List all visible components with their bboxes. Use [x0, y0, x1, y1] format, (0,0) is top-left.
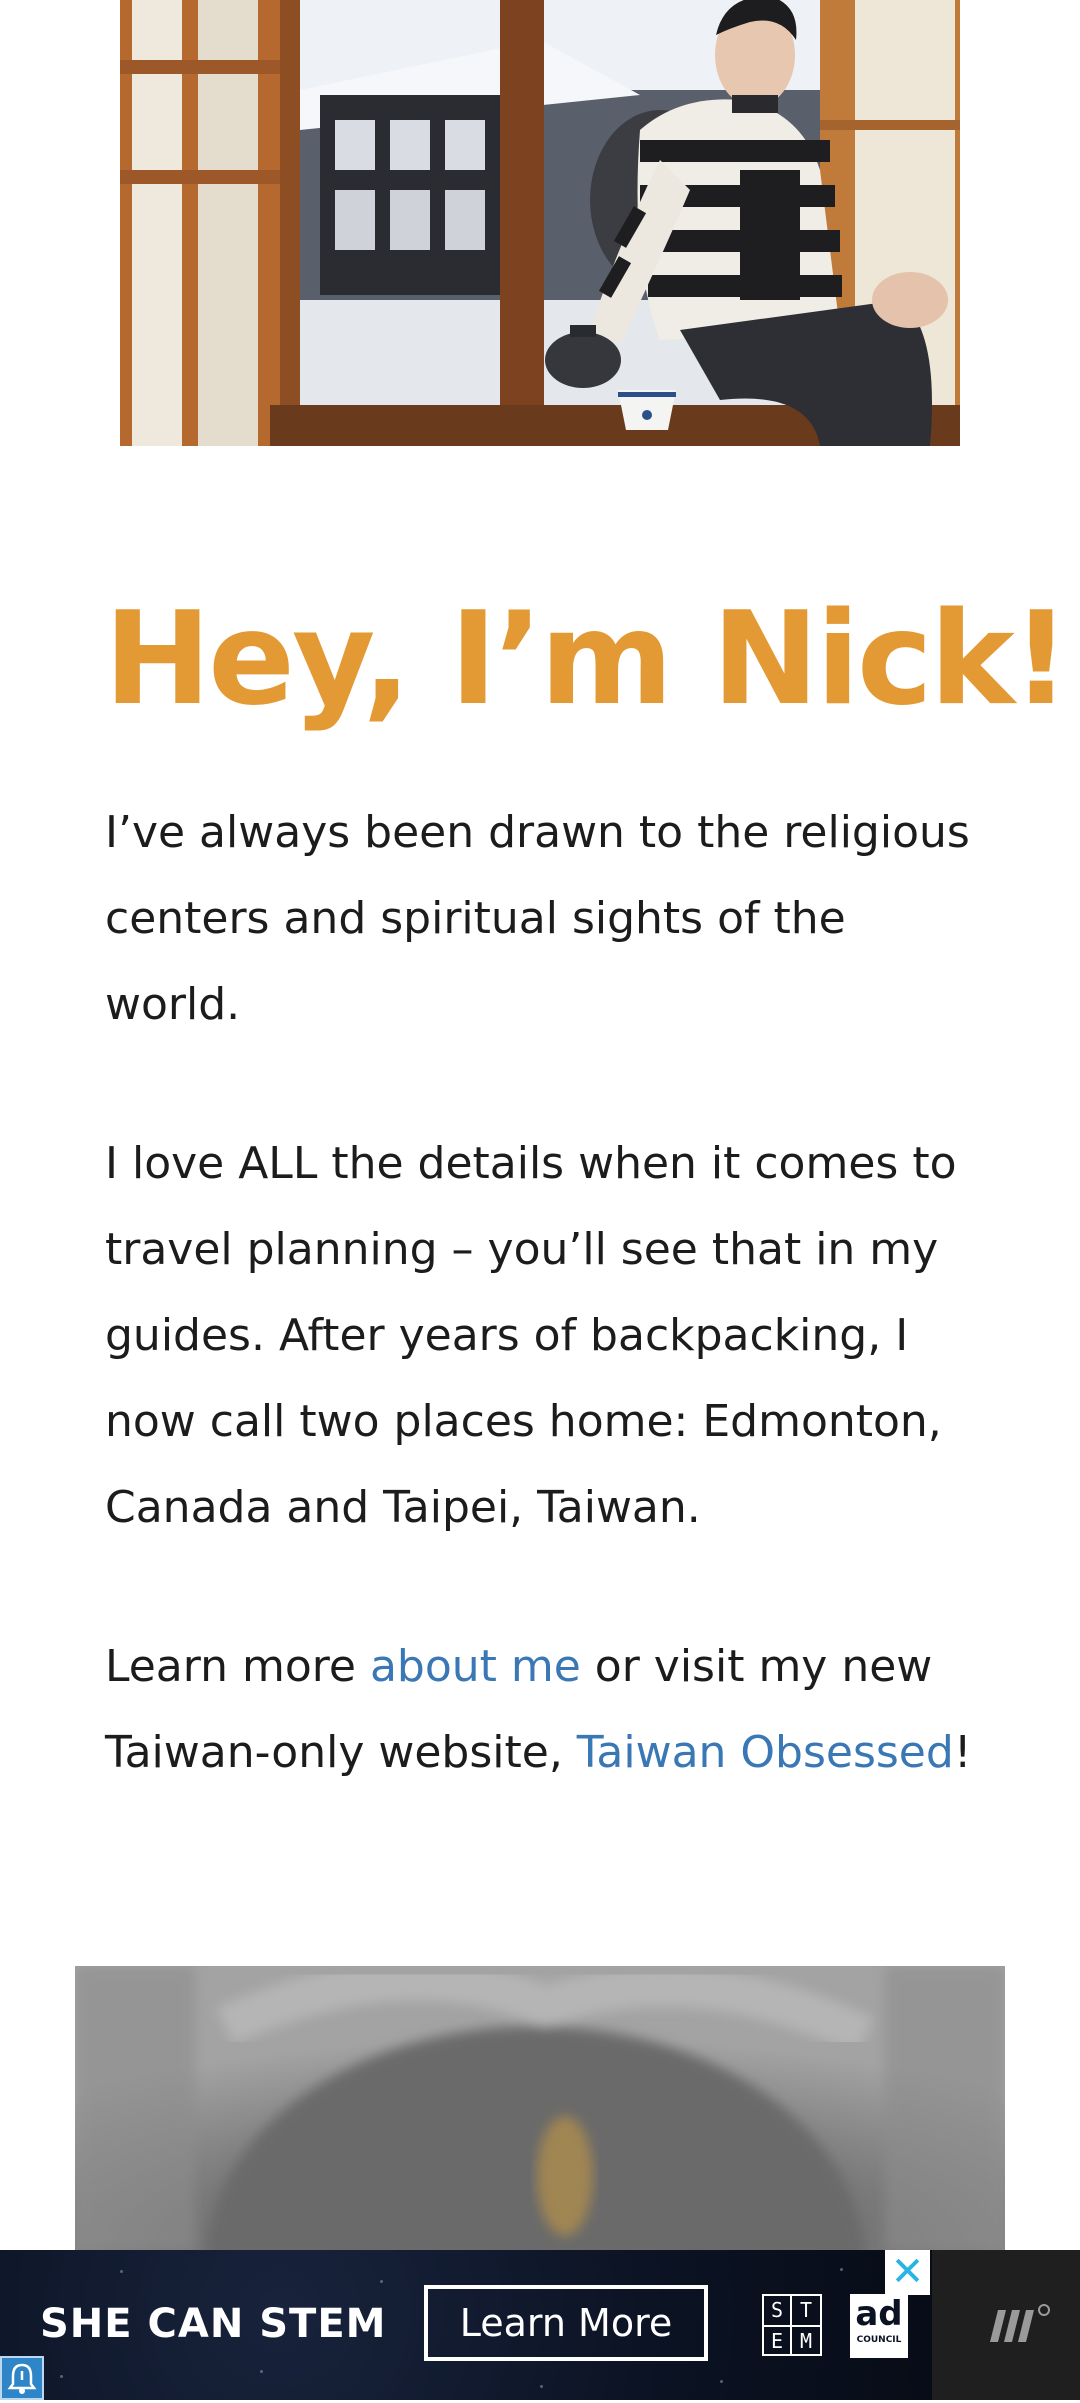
ad-banner[interactable]: SHE CAN STEM Learn More S T E M ad COUNC…	[0, 2250, 1080, 2400]
stone-photo	[75, 1966, 1005, 2251]
bio-text: Learn more	[105, 1641, 370, 1692]
adcouncil-sub: COUNCIL	[856, 2335, 902, 2345]
ad-star	[60, 2375, 63, 2378]
stem-letter: S	[764, 2296, 792, 2327]
bio-links-paragraph: Learn more about me or visit my new Taiw…	[105, 1624, 985, 1796]
ad-info-button[interactable]	[0, 2356, 44, 2400]
ad-star	[840, 2268, 843, 2271]
stem-logo: S T E M	[762, 2294, 822, 2356]
about-me-link[interactable]: about me	[370, 1641, 581, 1692]
taiwan-obsessed-link[interactable]: Taiwan Obsessed	[577, 1727, 954, 1778]
ad-headline: SHE CAN STEM	[40, 2301, 387, 2347]
ad-star	[720, 2380, 723, 2383]
stem-letter: E	[764, 2327, 792, 2356]
stem-letter: T	[792, 2296, 820, 2327]
page-title: Hey, I’m Nick!	[104, 585, 1070, 734]
publisher-logo-icon	[990, 2304, 1050, 2342]
stem-letter: M	[799, 2329, 813, 2353]
ad-star	[120, 2270, 123, 2273]
bio-section: I’ve always been drawn to the religious …	[105, 790, 985, 1869]
ad-star	[540, 2385, 543, 2388]
hero-photo-illustration	[120, 0, 960, 446]
ad-star	[380, 2280, 383, 2283]
bell-icon	[7, 2363, 37, 2394]
bio-paragraph: I’ve always been drawn to the religious …	[105, 807, 970, 1030]
adcouncil-word: ad	[855, 2294, 903, 2334]
hero-photo	[120, 0, 960, 446]
stone-photo-illustration	[75, 1966, 1005, 2251]
ad-learn-more-button[interactable]: Learn More	[424, 2285, 708, 2361]
bio-paragraph: I love ALL the details when it comes to …	[105, 1138, 957, 1533]
close-icon[interactable]: ✕	[885, 2250, 930, 2295]
ad-creative[interactable]: SHE CAN STEM Learn More S T E M ad COUNC…	[0, 2250, 932, 2400]
bio-text: !	[953, 1727, 972, 1778]
publisher-panel[interactable]	[932, 2250, 1080, 2400]
ad-star	[260, 2370, 263, 2373]
adcouncil-logo: ad COUNCIL	[850, 2294, 908, 2358]
